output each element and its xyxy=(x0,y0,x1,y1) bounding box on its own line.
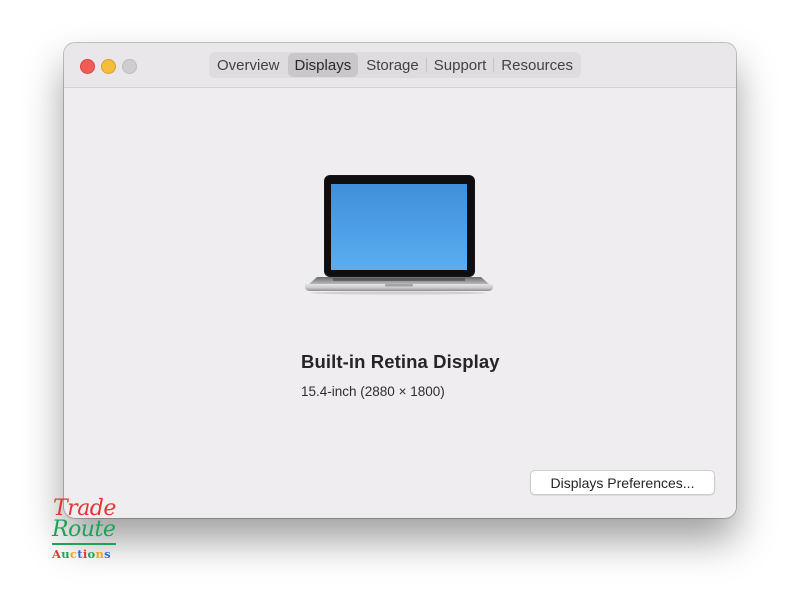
about-this-mac-window: Overview Displays Storage Support Resour… xyxy=(64,43,736,518)
screenshot-stage: Overview Displays Storage Support Resour… xyxy=(0,0,800,602)
watermark-line-2: Route xyxy=(52,517,116,542)
watermark-letter: u xyxy=(61,547,70,561)
watermark-line-3: Auctions xyxy=(52,547,111,561)
macbook-pro-laptop-icon xyxy=(305,175,493,295)
tab-bar: Overview Displays Storage Support Resour… xyxy=(209,52,581,78)
watermark-letter: n xyxy=(95,547,105,561)
tab-support[interactable]: Support xyxy=(427,53,494,77)
zoom-button[interactable] xyxy=(122,59,137,74)
watermark-divider xyxy=(52,543,116,545)
minimize-button[interactable] xyxy=(101,59,116,74)
tab-resources[interactable]: Resources xyxy=(494,53,580,77)
watermark-letter: A xyxy=(52,547,62,561)
close-button[interactable] xyxy=(80,59,95,74)
trade-route-auctions-watermark: Trade Route Auctions xyxy=(50,496,122,568)
watermark-letter: s xyxy=(104,547,111,561)
watermark-letter: o xyxy=(87,547,96,561)
tab-storage[interactable]: Storage xyxy=(359,53,426,77)
display-name: Built-in Retina Display xyxy=(301,351,500,372)
display-spec: 15.4-inch (2880 × 1800) xyxy=(301,384,445,399)
tab-displays[interactable]: Displays xyxy=(287,53,359,77)
title-bar: Overview Displays Storage Support Resour… xyxy=(64,43,736,88)
displays-preferences-button[interactable]: Displays Preferences... xyxy=(530,470,715,495)
tab-overview[interactable]: Overview xyxy=(210,53,287,77)
